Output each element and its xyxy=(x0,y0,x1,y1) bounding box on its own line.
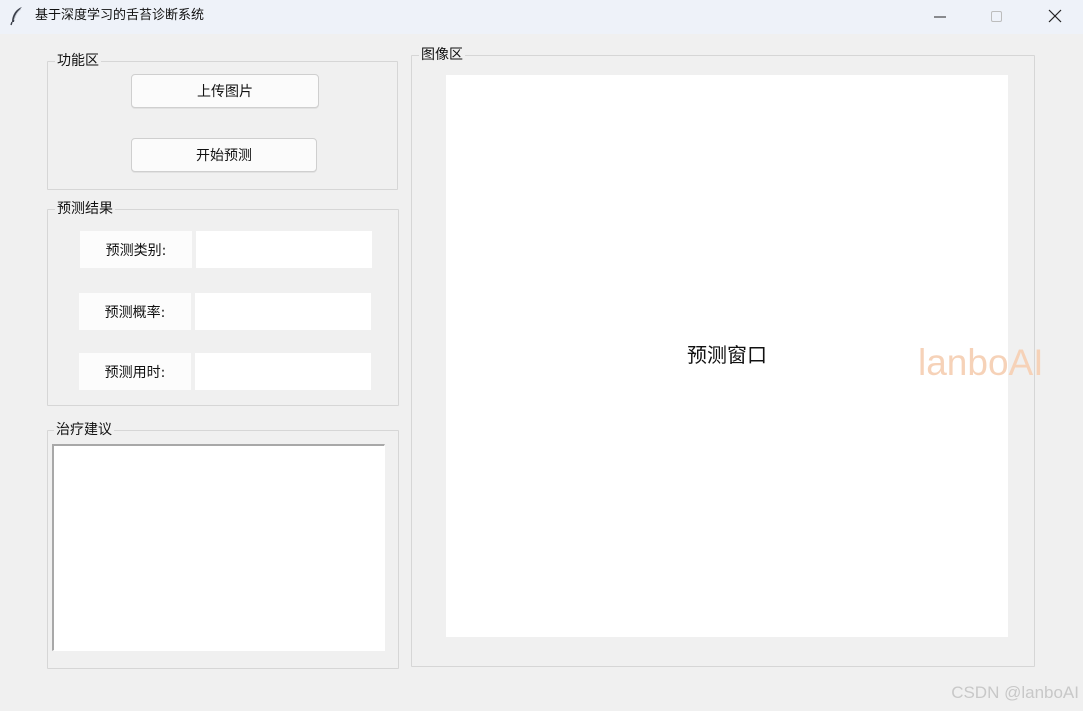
minimize-icon xyxy=(934,8,946,27)
maximize-button[interactable] xyxy=(968,0,1026,34)
close-button[interactable] xyxy=(1026,0,1083,34)
predicted-class-label: 预测类别: xyxy=(80,231,192,268)
app-window: 基于深度学习的舌苔诊断系统 功能区 上传图片 开始预测 预测结果 预测类别: 预… xyxy=(0,0,1083,711)
predicted-time-label: 预测用时: xyxy=(79,353,191,390)
treatment-advice-textarea[interactable] xyxy=(52,444,385,651)
close-icon xyxy=(1048,8,1062,27)
predicted-probability-label: 预测概率: xyxy=(79,293,191,330)
predicted-class-value xyxy=(196,231,372,268)
predicted-time-value xyxy=(195,353,371,390)
prediction-results-label: 预测结果 xyxy=(55,200,115,218)
window-title: 基于深度学习的舌苔诊断系统 xyxy=(35,8,205,23)
lanboai-watermark: lanboAI xyxy=(918,342,1044,383)
csdn-watermark: CSDN @lanboAI xyxy=(951,683,1079,702)
start-predict-button[interactable]: 开始预测 xyxy=(131,138,317,172)
image-area-label: 图像区 xyxy=(419,46,465,64)
feather-icon xyxy=(9,6,25,26)
upload-image-button[interactable]: 上传图片 xyxy=(131,74,319,108)
title-bar[interactable]: 基于深度学习的舌苔诊断系统 xyxy=(0,0,1083,34)
function-area-label: 功能区 xyxy=(55,52,101,70)
treatment-advice-label: 治疗建议 xyxy=(54,421,114,439)
minimize-button[interactable] xyxy=(911,0,969,34)
maximize-icon xyxy=(991,8,1003,27)
predicted-probability-value xyxy=(195,293,371,330)
